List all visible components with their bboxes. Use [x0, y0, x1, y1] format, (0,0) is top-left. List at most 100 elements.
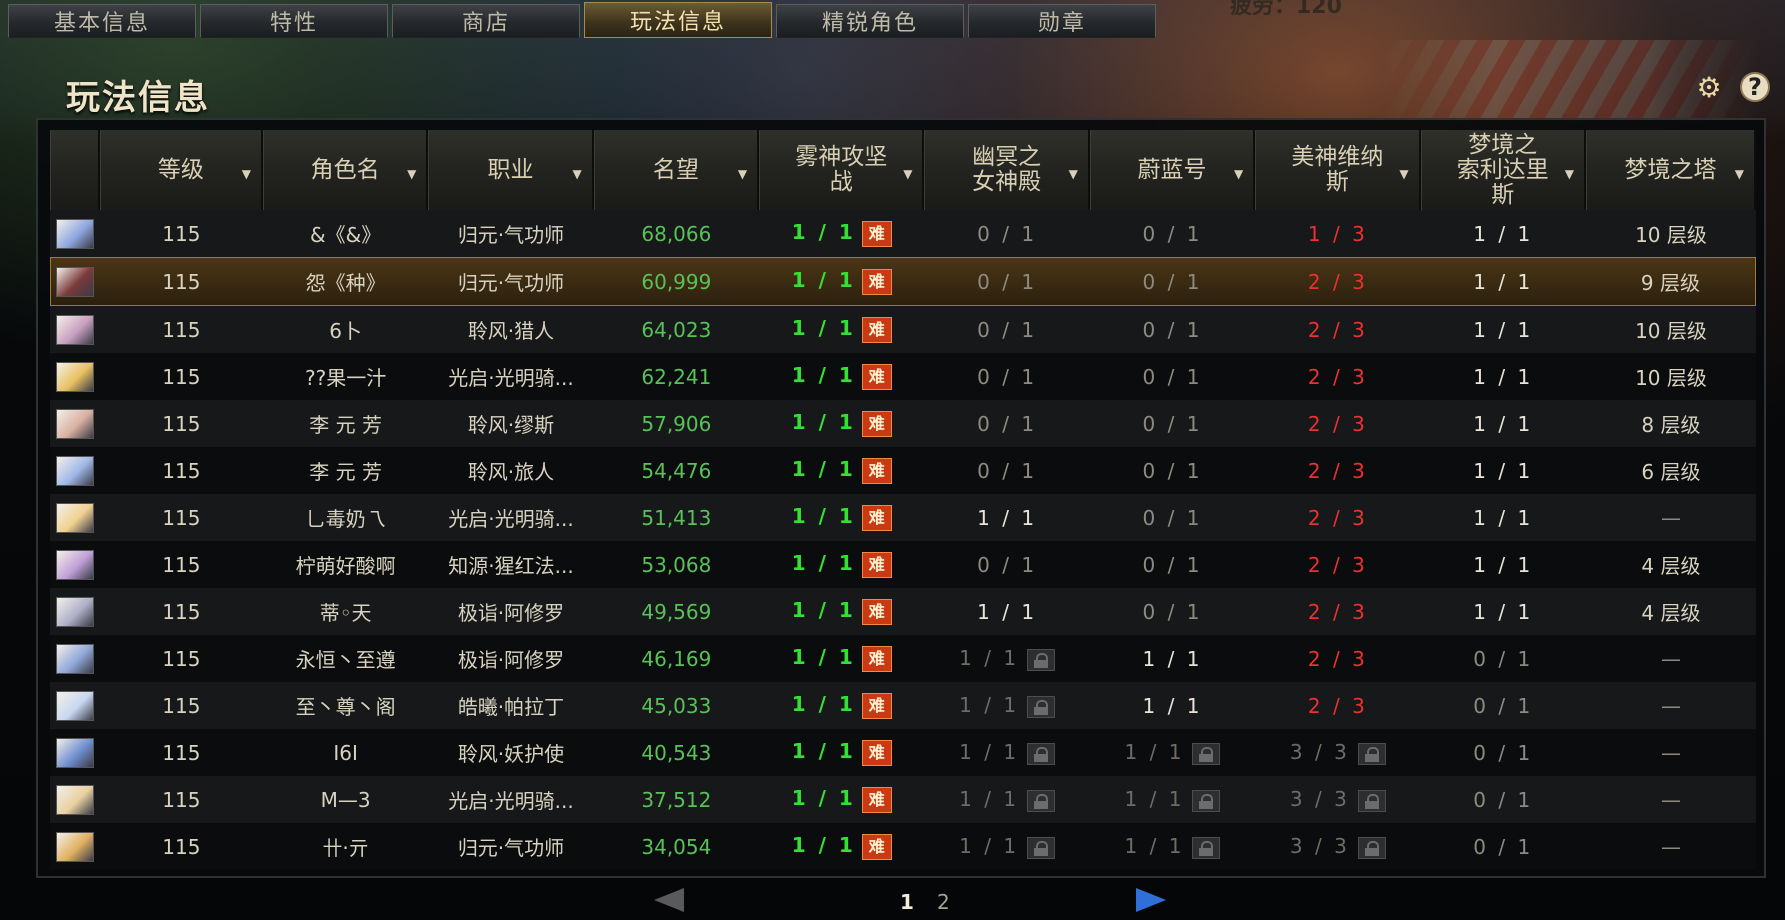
mist-raid-progress: 1 / 1 [791, 220, 856, 245]
sort-arrow-icon[interactable]: ▼ [407, 162, 416, 187]
venus-progress: 3 / 3 [1289, 740, 1350, 765]
table-row[interactable]: 115 怨《种》 归元·气功师 60,999 1 / 1难0 / 10 / 12 / 3… [50, 257, 1756, 306]
table-row[interactable]: 115 卄·亓 归元·气功师 34,054 1 / 1难1 / 11 / 13 / 30… [50, 823, 1756, 870]
table-row[interactable]: 115 柠萌好酸啊 知源·猩红法... 53,068 1 / 1难0 / 10 / 12… [50, 541, 1756, 588]
column-header-fame[interactable]: 名望 ▼ [593, 130, 760, 210]
column-header-tower[interactable]: 梦境之塔 ▼ [1585, 130, 1756, 210]
venus-cell: 2 / 3 [1255, 541, 1421, 588]
table-row[interactable]: 115 6卜 聆风·猎人 64,023 1 / 1难0 / 10 / 12 / 31 /… [50, 306, 1756, 353]
level-cell: 115 [99, 776, 263, 823]
column-header-label: 名望 [652, 156, 699, 183]
table-row[interactable]: 115 李 元 芳聆风·缪斯 57,906 1 / 1难0 / 10 / 12 / 3… [50, 400, 1756, 447]
job-cell: 光启·光明骑... [428, 494, 594, 541]
table-row[interactable]: 115 至丶尊丶阁 皓曦·帕拉丁 45,033 1 / 1难1 / 11 / 12 / … [50, 682, 1756, 729]
level-cell: 115 [99, 682, 263, 729]
fame-cell: 64,023 [593, 306, 760, 353]
tab-gameplay-info[interactable]: 玩法信息 [584, 2, 772, 38]
character-avatar [55, 549, 94, 580]
mist-raid-progress: 1 / 1 [791, 786, 856, 811]
table-row[interactable]: 115 &《&》 归元·气功师 68,066 1 / 1难0 / 10 / 11 / 3… [50, 210, 1756, 257]
sort-arrow-icon[interactable]: ▼ [1234, 162, 1243, 187]
sort-arrow-icon[interactable]: ▼ [572, 162, 581, 187]
column-header-name[interactable]: 角色名 ▼ [262, 130, 429, 210]
column-header-label: 梦境之 索利达里 斯 [1456, 131, 1549, 208]
gear-icon[interactable]: ⚙ [1694, 71, 1724, 104]
solidaris-cell: 1 / 1 [1420, 257, 1586, 306]
azure-cell: 0 / 1 [1089, 541, 1256, 588]
avatar-cell [50, 635, 100, 682]
job-cell: 皓曦·帕拉丁 [428, 682, 594, 729]
table-row[interactable]: 115 李 元 芳聆风·旅人 54,476 1 / 1难0 / 10 / 12 / 3… [50, 447, 1756, 494]
fatigue-counter: 疲劳：120 [1230, 0, 1342, 19]
solidaris-progress: 1 / 1 [1473, 599, 1534, 624]
nether-temple-cell: 0 / 1 [924, 400, 1090, 447]
nether-temple-progress: 0 / 1 [977, 552, 1038, 577]
sort-arrow-icon[interactable]: ▼ [903, 162, 912, 187]
sort-arrow-icon[interactable]: ▼ [1735, 162, 1744, 187]
sort-arrow-icon[interactable]: ▼ [242, 162, 251, 187]
hard-mode-badge: 难 [861, 316, 892, 343]
sort-arrow-icon[interactable]: ▼ [1069, 162, 1078, 187]
tab-traits[interactable]: 特性 [200, 4, 388, 38]
mist-raid-cell: 1 / 1难 [759, 541, 925, 588]
lock-icon [1192, 789, 1221, 812]
hard-mode-badge: 难 [861, 645, 892, 672]
lock-icon [1192, 836, 1221, 859]
venus-progress: 2 / 3 [1307, 599, 1368, 624]
azure-cell: 0 / 1 [1089, 447, 1256, 494]
table-row[interactable]: 115 永恒丶至遵 极诣·阿修罗 46,169 1 / 1难1 / 11 / 12 / … [50, 635, 1756, 682]
tab-medals[interactable]: 勋章 [968, 4, 1156, 38]
pagination: 1 2 [0, 884, 1785, 916]
mist-raid-progress: 1 / 1 [791, 833, 856, 858]
solidaris-cell: 0 / 1 [1420, 776, 1586, 823]
solidaris-cell: 1 / 1 [1420, 210, 1586, 257]
column-header-mist[interactable]: 雾神攻坚 战 ▼ [759, 130, 925, 210]
page-number-1[interactable]: 1 [900, 890, 914, 914]
sort-arrow-icon[interactable]: ▼ [1399, 162, 1408, 187]
column-header-solidaris[interactable]: 梦境之 索利达里 斯 ▼ [1420, 130, 1586, 210]
venus-progress: 3 / 3 [1289, 834, 1350, 859]
nether-temple-progress: 1 / 1 [959, 787, 1020, 812]
table-row[interactable]: 115 I6I 聆风·妖护使 40,543 1 / 1难1 / 11 / 13 / 30… [50, 729, 1756, 776]
hard-mode-badge: 难 [861, 739, 892, 766]
page-number-2[interactable]: 2 [937, 890, 950, 914]
azure-progress: 0 / 1 [1142, 269, 1203, 294]
table-row[interactable]: 115 ??果一汁 光启·光明骑... 62,241 1 / 1难0 / 10 / 12… [50, 353, 1756, 400]
column-header-level[interactable]: 等级 ▼ [99, 130, 263, 210]
venus-cell: 2 / 3 [1255, 588, 1421, 635]
column-header-job[interactable]: 职业 ▼ [428, 130, 594, 210]
tab-elite-characters[interactable]: 精锐角色 [776, 4, 964, 38]
job-cell: 聆风·妖护使 [428, 729, 594, 776]
venus-progress: 2 / 3 [1307, 646, 1368, 671]
nether-temple-progress: 0 / 1 [977, 317, 1038, 342]
lock-icon [1027, 836, 1056, 859]
venus-cell: 2 / 3 [1255, 353, 1421, 400]
azure-progress: 0 / 1 [1142, 364, 1203, 389]
sort-arrow-icon[interactable]: ▼ [1565, 162, 1574, 187]
level-cell: 115 [99, 635, 263, 682]
job-cell: 极诣·阿修罗 [428, 588, 594, 635]
venus-progress: 2 / 3 [1307, 269, 1368, 294]
column-header-azure[interactable]: 蔚蓝号 ▼ [1089, 130, 1256, 210]
azure-cell: 1 / 1 [1089, 635, 1256, 682]
lock-icon [1027, 695, 1056, 718]
help-icon[interactable]: ? [1740, 72, 1770, 102]
tab-basic-info[interactable]: 基本信息 [8, 4, 196, 38]
column-header-nether[interactable]: 幽冥之 女神殿 ▼ [924, 130, 1090, 210]
hard-mode-badge: 难 [861, 363, 892, 390]
venus-cell: 2 / 3 [1255, 682, 1421, 729]
prev-page-arrow-icon[interactable] [654, 888, 684, 912]
sort-arrow-icon[interactable]: ▼ [738, 162, 747, 187]
level-cell: 115 [99, 400, 263, 447]
table-row[interactable]: 115 乚毒奶乁 光启·光明骑... 51,413 1 / 1难1 / 10 / 12 … [50, 494, 1756, 541]
column-header-venus[interactable]: 美神维纳 斯 ▼ [1255, 130, 1421, 210]
azure-progress: 1 / 1 [1124, 834, 1185, 859]
solidaris-cell: 0 / 1 [1420, 682, 1586, 729]
next-page-arrow-icon[interactable] [1136, 888, 1166, 912]
table-header: 等级 ▼ 角色名 ▼ 职业 ▼ 名望 ▼ 雾神攻坚 战 ▼ 幽冥之 女神殿 ▼ 蔚蓝号 ▼ 美神维纳 斯 ▼ 梦… [50, 130, 1756, 210]
tab-shop[interactable]: 商店 [392, 4, 580, 38]
venus-progress: 2 / 3 [1307, 458, 1368, 483]
table-row[interactable]: 115 蒂◦天 极诣·阿修罗 49,569 1 / 1难1 / 10 / 12 / 31… [50, 588, 1756, 635]
table-row[interactable]: 115 M—3 光启·光明骑... 37,512 1 / 1难1 / 11 / 13 /… [50, 776, 1756, 823]
column-header-label: 雾神攻坚 战 [795, 144, 888, 195]
